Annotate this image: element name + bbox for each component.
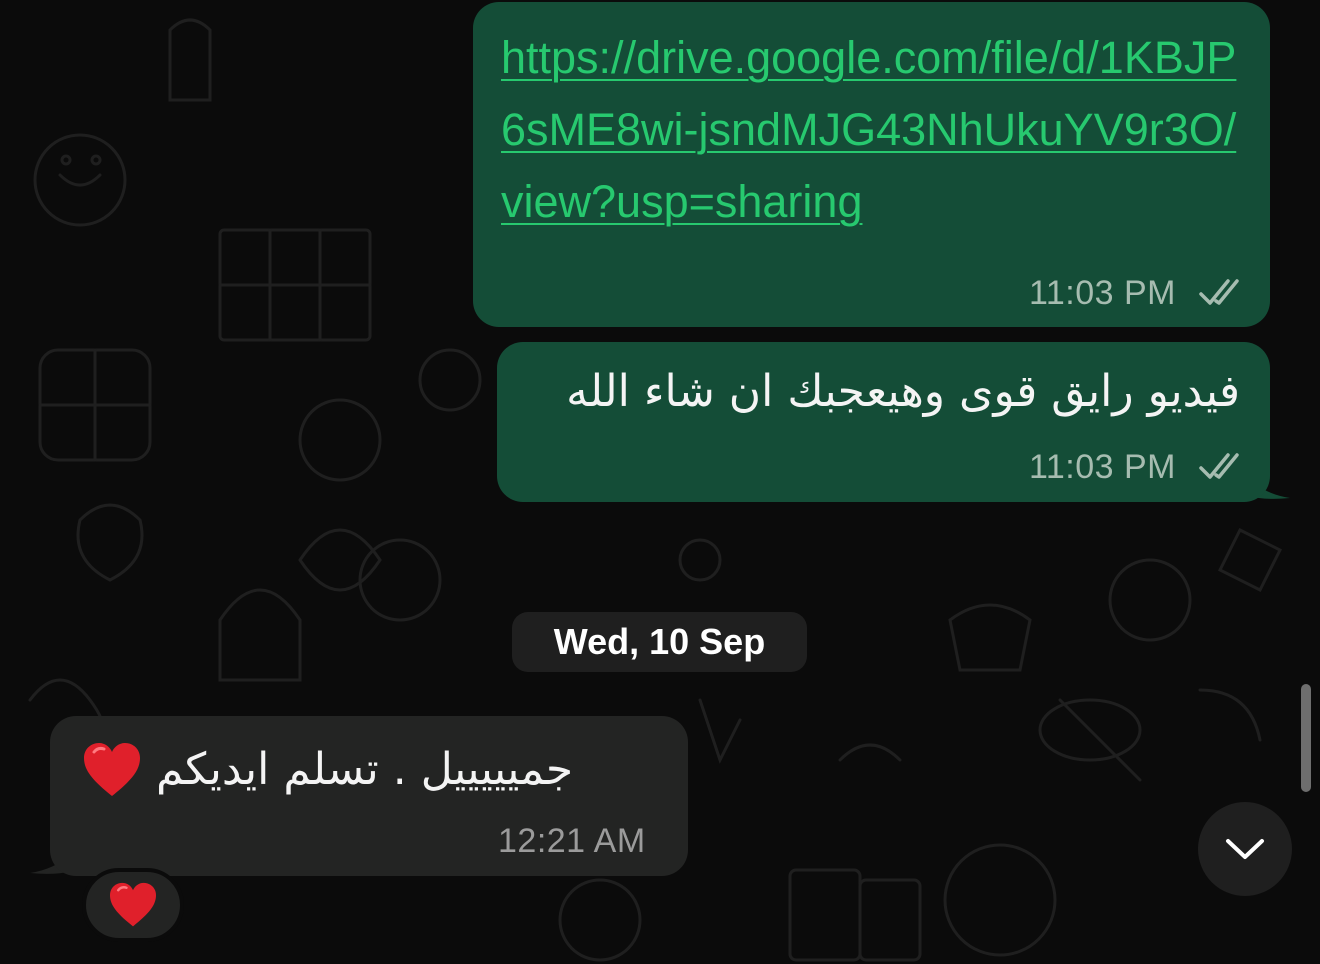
heart-emoji bbox=[110, 882, 156, 927]
message-reaction[interactable] bbox=[82, 868, 184, 942]
message-text: فيديو رايق قوى وهيعجبك ان شاء الله bbox=[566, 366, 1240, 417]
scrollbar[interactable] bbox=[1301, 684, 1311, 792]
date-separator: Wed, 10 Sep bbox=[512, 612, 807, 672]
chevron-down-icon bbox=[1226, 839, 1264, 859]
message-time: 12:21 AM bbox=[498, 822, 646, 860]
message-text: جميييييل . تسلم ايديكم bbox=[156, 744, 574, 795]
message-content: جميييييل . تسلم ايديكم bbox=[82, 738, 662, 802]
drive-link[interactable]: https://drive.google.com/file/d/1KBJP6sM… bbox=[501, 22, 1246, 238]
double-check-icon bbox=[1199, 453, 1239, 479]
message-time: 11:03 PM bbox=[1029, 274, 1177, 312]
message-time: 11:03 PM bbox=[1029, 448, 1177, 486]
scroll-to-bottom-button[interactable] bbox=[1198, 802, 1292, 896]
heart-emoji bbox=[84, 743, 140, 796]
incoming-text-message[interactable]: جميييييل . تسلم ايديكم 12:21 AM bbox=[50, 716, 688, 876]
outgoing-text-message[interactable]: فيديو رايق قوى وهيعجبك ان شاء الله 11:03… bbox=[497, 342, 1270, 502]
double-check-icon bbox=[1199, 279, 1239, 305]
outgoing-link-message[interactable]: https://drive.google.com/file/d/1KBJP6sM… bbox=[473, 2, 1270, 327]
